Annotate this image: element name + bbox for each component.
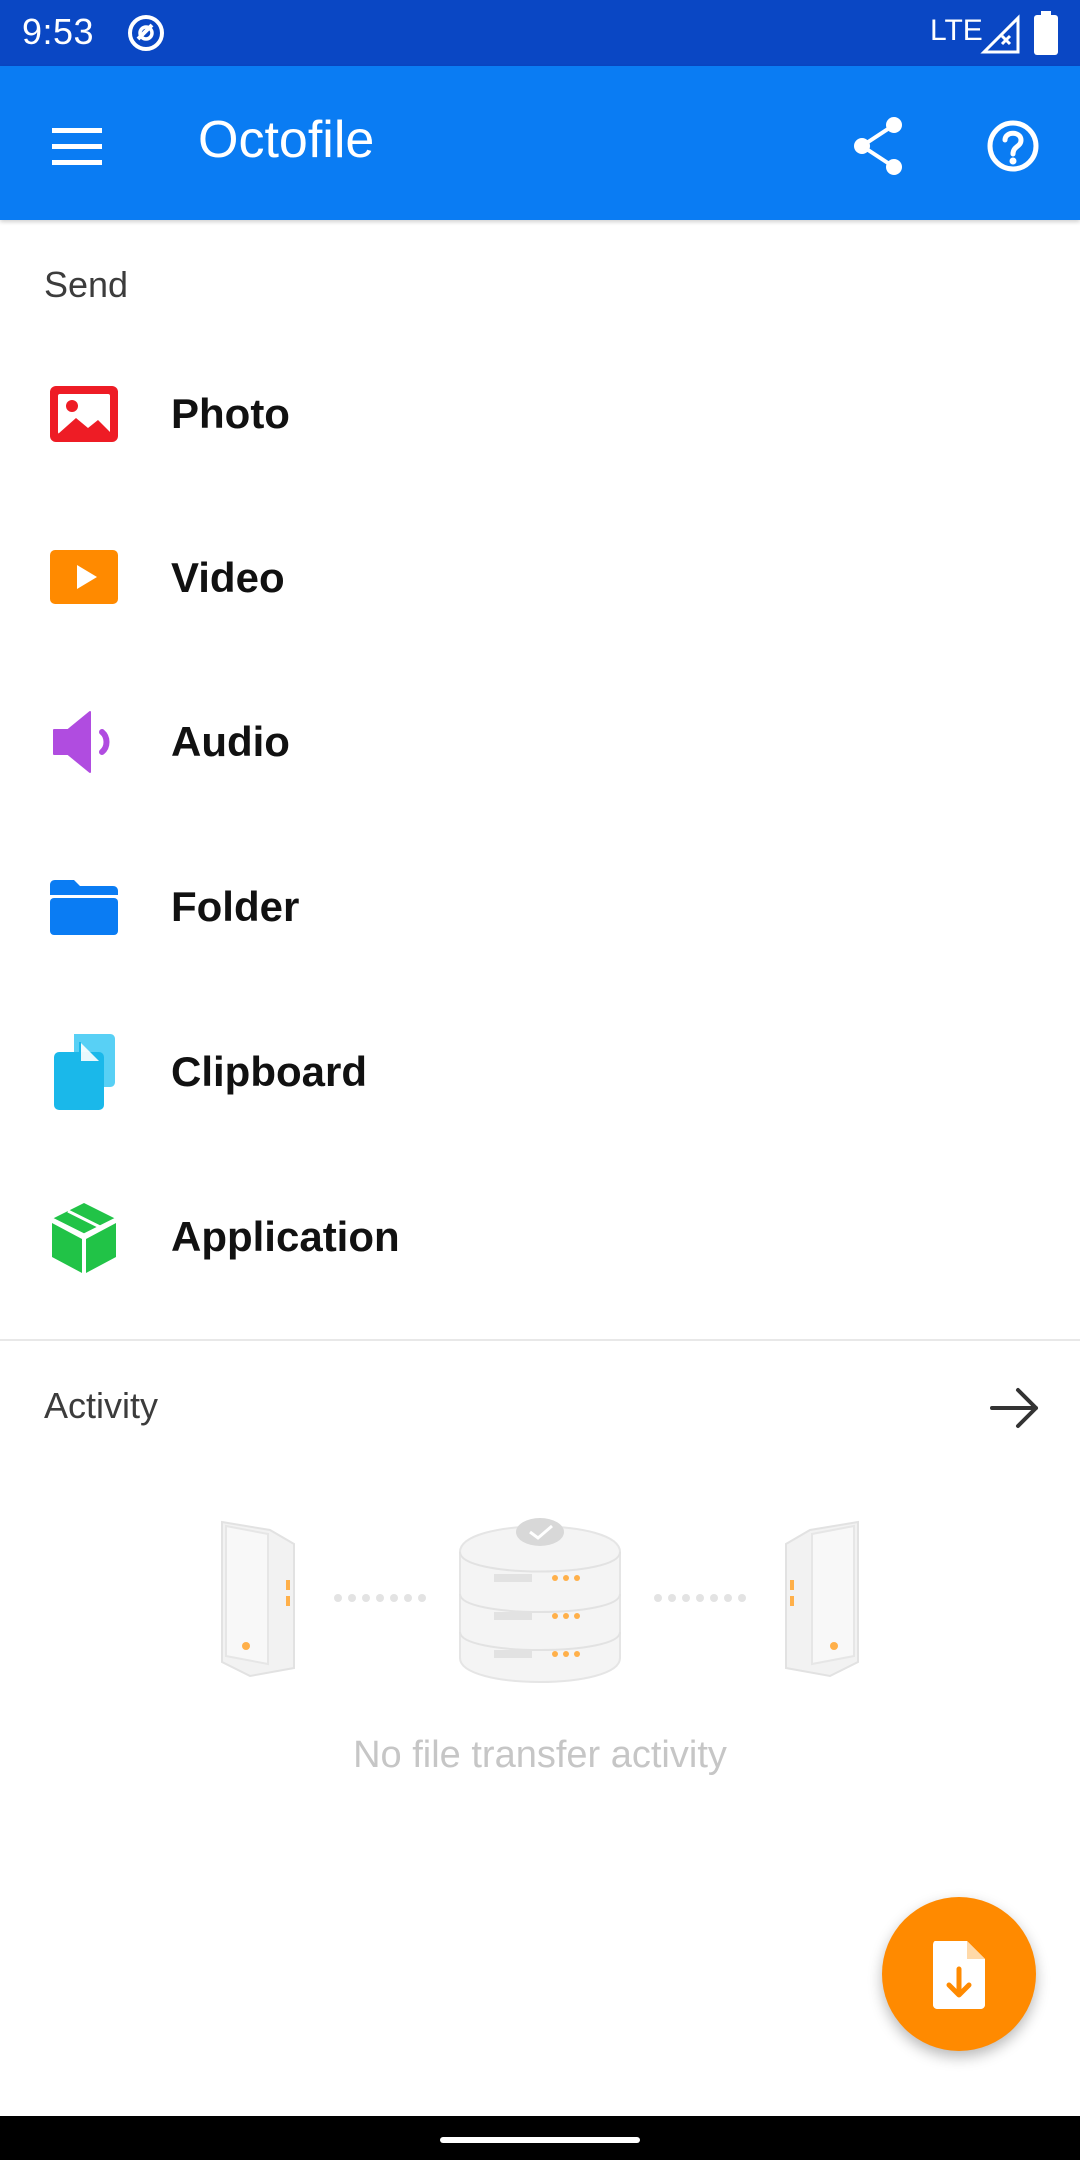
signal-icon — [980, 14, 1020, 54]
home-gesture-handle[interactable] — [440, 2137, 640, 2143]
app-bar: Octofile — [0, 66, 1080, 220]
status-time: 9:53 — [22, 11, 95, 52]
battery-icon — [1034, 11, 1058, 55]
arrow-right-icon[interactable] — [982, 1380, 1048, 1436]
network-type: LTE — [930, 14, 983, 47]
clipboard-icon — [54, 1034, 115, 1110]
receive-file-button[interactable] — [882, 1897, 1036, 2051]
send-item-photo[interactable]: Photo — [0, 332, 1080, 497]
folder-icon — [50, 880, 118, 935]
send-item-label: Photo — [171, 390, 290, 437]
send-item-video[interactable]: Video — [0, 496, 1080, 661]
send-item-clipboard[interactable]: Clipboard — [0, 990, 1080, 1155]
screen: 9:53 LTE Octofile Send Photo Video Audio… — [0, 0, 1080, 2160]
at-sign-icon — [128, 15, 164, 51]
send-item-audio[interactable]: Audio — [0, 660, 1080, 825]
send-item-label: Video — [171, 554, 285, 601]
app-title: Octofile — [198, 111, 375, 169]
photo-icon — [50, 386, 118, 442]
file-download-icon — [933, 1941, 985, 2009]
activity-section-label: Activity — [44, 1385, 159, 1426]
send-item-label: Application — [171, 1213, 400, 1260]
speaker-icon — [53, 711, 110, 773]
send-item-folder[interactable]: Folder — [0, 825, 1080, 990]
send-item-application[interactable]: Application — [0, 1155, 1080, 1320]
send-item-label: Clipboard — [171, 1048, 367, 1095]
empty-transfer-illustration — [221, 1518, 859, 1683]
video-play-icon — [50, 550, 118, 604]
section-divider — [0, 1339, 1080, 1341]
send-item-label: Folder — [171, 883, 300, 930]
send-item-label: Audio — [171, 718, 290, 765]
package-icon — [51, 1203, 117, 1273]
send-section-label: Send — [44, 264, 129, 305]
menu-icon[interactable] — [42, 112, 112, 182]
help-icon[interactable] — [978, 111, 1048, 181]
status-bar: 9:53 LTE — [0, 0, 1080, 66]
share-icon[interactable] — [846, 111, 916, 181]
empty-activity-text: No file transfer activity — [353, 1734, 727, 1776]
